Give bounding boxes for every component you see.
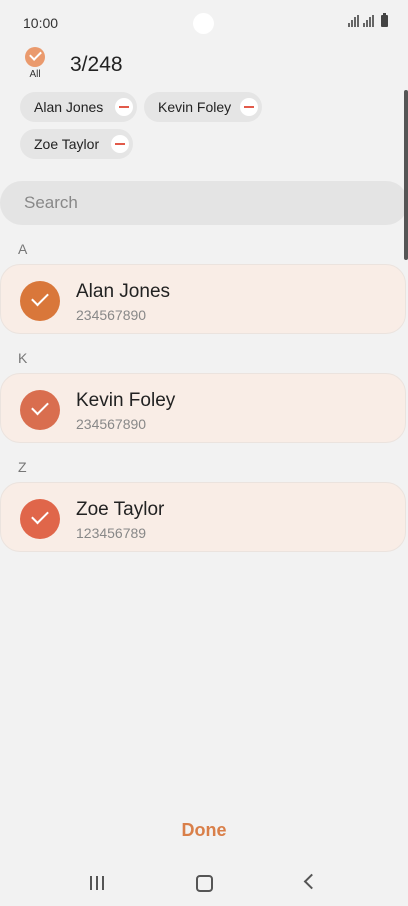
status-bar: 10:00	[0, 0, 408, 44]
chip-label: Zoe Taylor	[34, 136, 100, 152]
check-icon	[31, 288, 49, 307]
recents-icon[interactable]	[90, 876, 104, 890]
section-header-k: K	[18, 350, 28, 366]
contact-checkbox[interactable]	[20, 390, 60, 430]
battery-icon	[381, 13, 388, 27]
home-icon[interactable]	[196, 875, 213, 892]
remove-icon[interactable]	[240, 98, 258, 116]
scrollbar[interactable]	[404, 90, 408, 260]
camera-cutout	[193, 13, 214, 34]
check-icon	[31, 397, 49, 416]
back-icon[interactable]	[303, 873, 320, 890]
status-icons	[348, 13, 388, 27]
contact-checkbox[interactable]	[20, 499, 60, 539]
contact-number: 123456789	[76, 525, 147, 541]
check-icon	[31, 506, 49, 525]
search-bar	[0, 181, 408, 225]
selection-header: All 3/248	[0, 47, 408, 87]
chip-label: Kevin Foley	[158, 99, 232, 115]
status-time: 10:00	[23, 15, 59, 31]
check-icon	[29, 48, 42, 61]
remove-icon[interactable]	[111, 135, 129, 153]
signal-icon-2	[363, 15, 374, 27]
chip-label: Alan Jones	[34, 99, 104, 115]
select-all-label: All	[29, 69, 41, 80]
contact-checkbox[interactable]	[20, 281, 60, 321]
chip-zoe-taylor[interactable]: Zoe Taylor	[20, 129, 133, 159]
contact-alan-jones[interactable]: Alan Jones 234567890	[0, 264, 406, 334]
contact-number: 234567890	[76, 416, 147, 432]
remove-icon[interactable]	[115, 98, 133, 116]
select-all-checkbox[interactable]	[25, 47, 45, 67]
contact-name: Alan Jones	[76, 281, 171, 302]
contact-name: Zoe Taylor	[76, 499, 165, 520]
search-input[interactable]	[0, 181, 408, 225]
contact-number: 234567890	[76, 307, 147, 323]
chip-alan-jones[interactable]: Alan Jones	[20, 92, 137, 122]
contact-kevin-foley[interactable]: Kevin Foley 234567890	[0, 373, 406, 443]
contact-zoe-taylor[interactable]: Zoe Taylor 123456789	[0, 482, 406, 552]
selection-count: 3/248	[70, 53, 123, 76]
select-all-toggle[interactable]: All	[23, 47, 47, 80]
section-header-z: Z	[18, 459, 27, 475]
navigation-bar	[0, 860, 408, 906]
section-header-a: A	[18, 241, 28, 257]
contact-name: Kevin Foley	[76, 390, 176, 411]
done-button[interactable]: Done	[0, 820, 408, 841]
signal-icon	[348, 15, 359, 27]
chip-kevin-foley[interactable]: Kevin Foley	[144, 92, 262, 122]
